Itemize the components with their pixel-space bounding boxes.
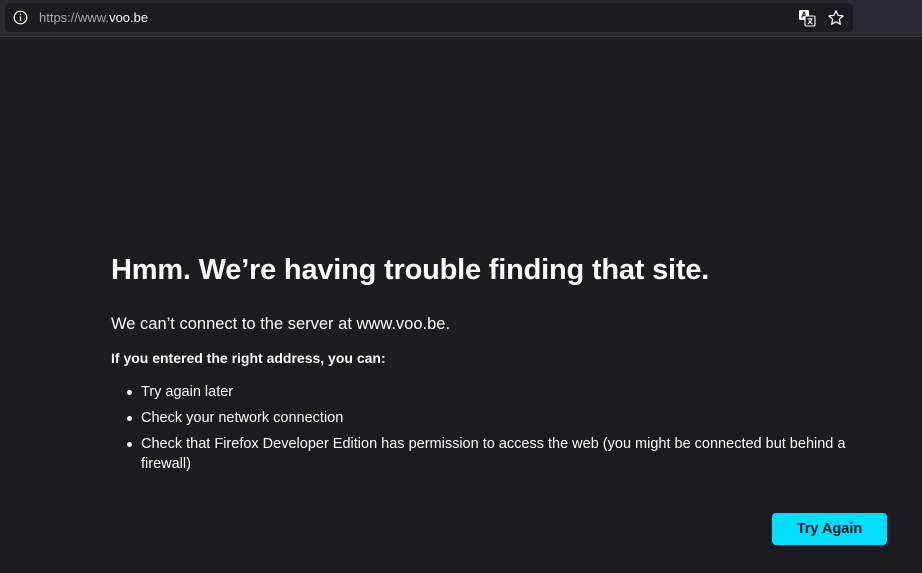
address-bar[interactable]: https://www.voo.be <box>5 3 853 32</box>
info-icon[interactable] <box>13 10 28 25</box>
error-content: Hmm. We’re having trouble finding that s… <box>111 250 891 480</box>
url-text[interactable]: https://www.voo.be <box>39 3 148 32</box>
tip-item: Check your network connection <box>127 408 891 428</box>
browser-toolbar: https://www.voo.be <box>0 0 922 37</box>
try-again-button[interactable]: Try Again <box>772 513 887 545</box>
translate-icon[interactable] <box>798 9 816 27</box>
url-scheme: https://www. <box>39 10 110 25</box>
url-domain: voo.be <box>109 10 149 25</box>
tips-list: Try again later Check your network conne… <box>111 382 891 474</box>
tip-item: Try again later <box>127 382 891 402</box>
error-subheading: If you entered the right address, you ca… <box>111 350 386 366</box>
error-title: Hmm. We’re having trouble finding that s… <box>111 254 710 286</box>
star-icon[interactable] <box>827 9 845 27</box>
tip-item: Check that Firefox Developer Edition has… <box>127 434 891 474</box>
error-description: We can’t connect to the server at www.vo… <box>111 315 451 333</box>
